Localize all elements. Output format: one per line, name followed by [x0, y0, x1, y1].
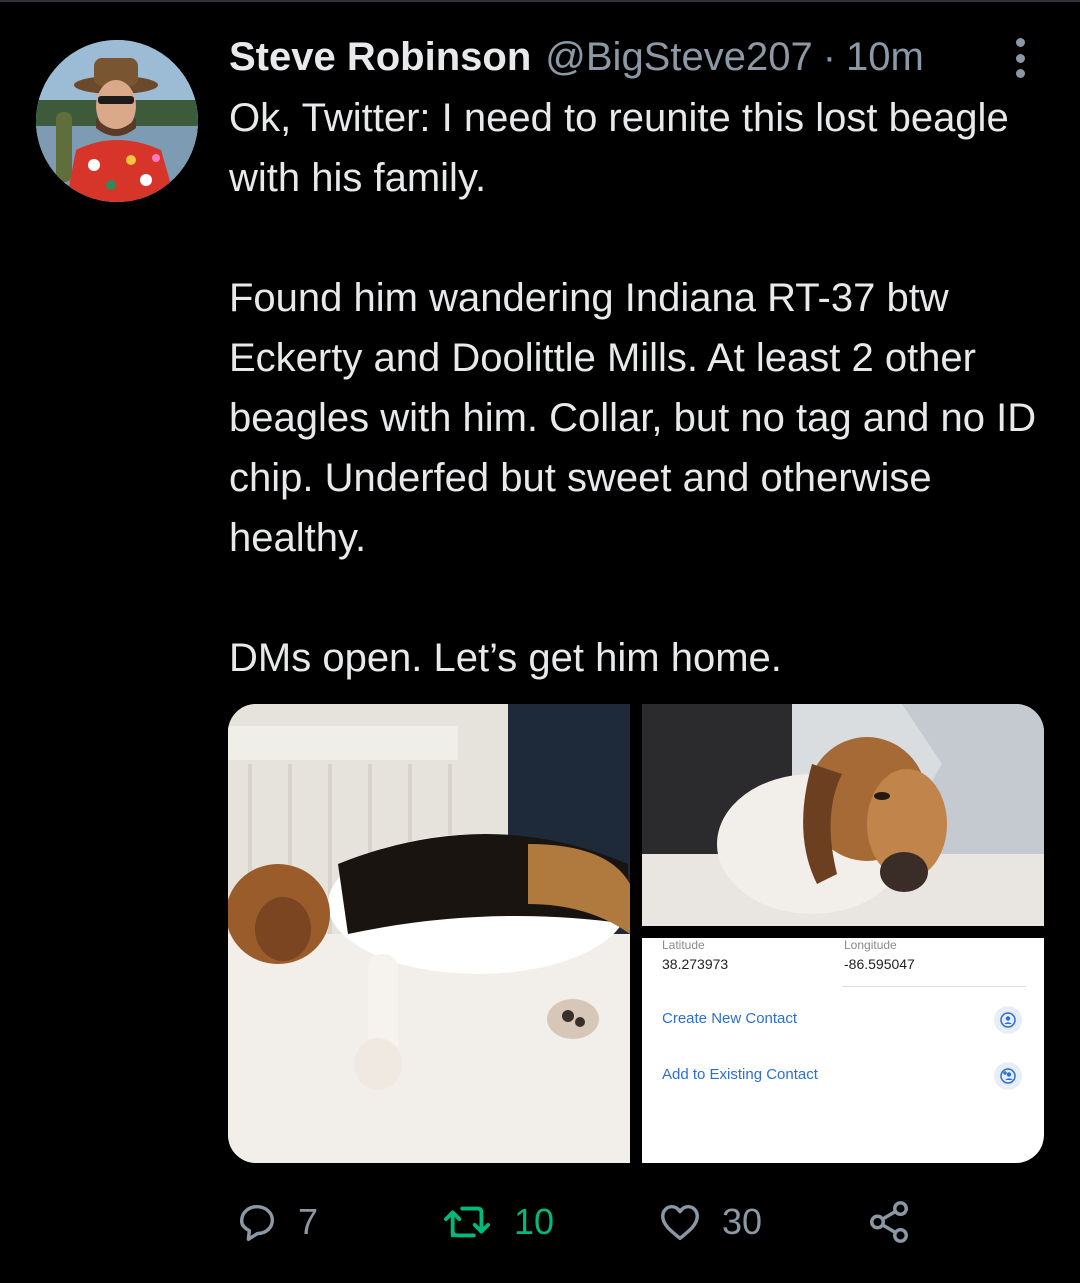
- tweet-paragraph: Ok, Twitter: I need to reunite this lost…: [229, 96, 1009, 200]
- create-contact-link[interactable]: Create New Contact: [662, 1010, 797, 1027]
- like-button[interactable]: 30: [656, 1190, 762, 1254]
- longitude-label: Longitude: [844, 938, 897, 952]
- reply-count: 7: [298, 1201, 319, 1242]
- add-contact-icon[interactable]: [994, 1062, 1022, 1090]
- latitude-label: Latitude: [662, 938, 705, 952]
- share-button[interactable]: [864, 1190, 914, 1254]
- retweet-icon: [444, 1206, 491, 1238]
- beagle-closeup-photo[interactable]: [642, 704, 1044, 926]
- tweet-timestamp[interactable]: 10m: [846, 35, 924, 80]
- reply-button[interactable]: 7: [234, 1190, 318, 1254]
- retweet-count: 10: [514, 1201, 555, 1242]
- tweet-paragraph: Found him wandering Indiana RT-37 btw Ec…: [229, 276, 1037, 560]
- meta-separator: ·: [822, 34, 837, 79]
- share-icon: [870, 1201, 908, 1243]
- longitude-value: -86.595047: [844, 956, 915, 972]
- like-count: 30: [722, 1201, 763, 1242]
- tweet-text: Ok, Twitter: I need to reunite this lost…: [229, 88, 1049, 688]
- latitude-value: 38.273973: [662, 956, 729, 972]
- author-name[interactable]: Steve Robinson: [229, 35, 531, 80]
- add-existing-contact-link[interactable]: Add to Existing Contact: [662, 1066, 818, 1083]
- contact-icon[interactable]: [994, 1006, 1022, 1034]
- author-handle[interactable]: @BigSteve207: [545, 35, 812, 80]
- media-grid: Latitude 38.273973 Longitude -86.595047 …: [228, 704, 1044, 1163]
- tweet-header: Steve Robinson @BigSteve207 · 10m: [229, 32, 924, 82]
- location-contact-card: Latitude 38.273973 Longitude -86.595047 …: [642, 938, 1044, 1163]
- avatar[interactable]: [36, 40, 198, 202]
- top-divider: [0, 0, 1080, 2]
- like-icon: [661, 1204, 699, 1241]
- retweet-button[interactable]: 10: [440, 1190, 554, 1254]
- action-bar: 7 10 30: [0, 1190, 1080, 1254]
- divider: [842, 986, 1026, 987]
- tweet-paragraph: DMs open. Let’s get him home.: [229, 636, 782, 680]
- beagle-sleeping-photo[interactable]: [228, 704, 630, 1163]
- more-icon[interactable]: [1008, 36, 1032, 80]
- reply-icon: [239, 1204, 275, 1241]
